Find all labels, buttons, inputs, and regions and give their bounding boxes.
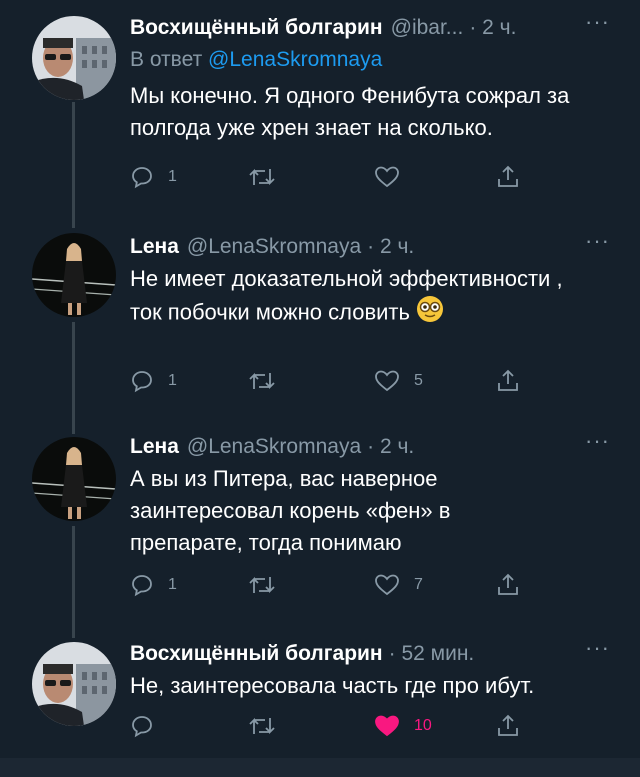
like-button[interactable]: 7 (374, 573, 423, 597)
reply-prefix: В ответ (130, 48, 209, 71)
retweet-icon (249, 717, 275, 735)
reply-button[interactable]: 1 (130, 165, 177, 189)
avatar[interactable] (32, 437, 116, 521)
tweet-text: Не имеет доказательной эффективности , т… (130, 263, 570, 332)
display-name[interactable]: Восхищённый болгарин (130, 14, 383, 42)
man-avatar-icon (32, 642, 116, 726)
reply-count: 1 (168, 576, 177, 593)
retweet-button[interactable] (248, 369, 290, 393)
more-options-button[interactable]: ··· (585, 634, 610, 662)
share-button[interactable] (496, 165, 520, 189)
timestamp[interactable]: · 2 ч. (367, 433, 414, 461)
avatar[interactable] (32, 642, 116, 726)
reply-icon (132, 716, 152, 738)
tweet-header: Восхищённый болгарин · 52 мин. ··· (130, 635, 610, 668)
more-options-button[interactable]: ··· (585, 227, 610, 255)
reply-count: 1 (168, 168, 177, 185)
mention-link[interactable]: @LenaSkromnaya (208, 48, 382, 71)
face-with-monocle-icon (416, 295, 444, 332)
reply-icon (132, 371, 152, 393)
display-name[interactable]: Восхищённый болгарин (130, 640, 383, 668)
retweet-icon (249, 168, 275, 186)
reply-icon (132, 575, 152, 597)
avatar[interactable] (32, 233, 116, 317)
timestamp[interactable]: · 2 ч. (367, 233, 414, 261)
tweet-text: Мы конечно. Я одного Фенибута сожрал за … (130, 83, 570, 140)
share-icon (498, 714, 518, 736)
reply-button[interactable]: 1 (130, 369, 177, 393)
timestamp[interactable]: · 52 мин. (389, 640, 475, 668)
avatar[interactable] (32, 16, 116, 100)
like-button[interactable]: 10 (374, 714, 432, 738)
heart-icon (375, 370, 399, 392)
tweet-text-body: Не имеет доказательной эффективности , т… (130, 266, 563, 325)
heart-filled-icon (375, 715, 399, 737)
timestamp[interactable]: · 2 ч. (469, 14, 516, 42)
reply-context: В ответ @LenaSkromnaya (130, 46, 610, 74)
heart-icon (375, 574, 399, 596)
reply-button[interactable] (130, 714, 168, 738)
share-icon (498, 165, 518, 187)
tweet[interactable]: Lена @LenaSkromnaya · 2 ч. ··· Не имеет … (0, 225, 640, 425)
retweet-icon (249, 372, 275, 390)
more-options-button[interactable]: ··· (585, 8, 610, 36)
share-button[interactable] (496, 573, 520, 597)
reply-button[interactable]: 1 (130, 573, 177, 597)
share-button[interactable] (496, 369, 520, 393)
like-button[interactable]: 5 (374, 369, 423, 393)
share-icon (498, 369, 518, 391)
tweet-header: Lена @LenaSkromnaya · 2 ч. ··· (130, 428, 610, 461)
handle[interactable]: @LenaSkromnaya (187, 433, 361, 461)
like-count: 10 (414, 717, 432, 734)
tweet[interactable]: Lена @LenaSkromnaya · 2 ч. ··· А вы из П… (0, 425, 640, 630)
handle[interactable]: @LenaSkromnaya (187, 233, 361, 261)
tweet-text: А вы из Питера, вас наверное заинтересов… (130, 466, 451, 555)
tweet[interactable]: Восхищённый болгарин @ibar... · 2 ч. ···… (0, 0, 640, 225)
woman-avatar-icon (32, 233, 116, 317)
heart-icon (375, 166, 399, 188)
action-bar: 1 (130, 165, 530, 195)
man-avatar-icon (32, 16, 116, 100)
tweet-text: Не, заинтересовала часть где про ибут. (130, 673, 535, 698)
retweet-button[interactable] (248, 573, 290, 597)
tweet[interactable]: Восхищённый болгарин · 52 мин. ··· Не, з… (0, 630, 640, 758)
handle[interactable]: @ibar... (391, 14, 464, 42)
share-icon (498, 573, 518, 595)
like-button[interactable] (374, 165, 414, 189)
share-button[interactable] (496, 714, 520, 738)
tweet-header: Lена @LenaSkromnaya · 2 ч. ··· (130, 228, 610, 261)
woman-avatar-icon (32, 437, 116, 521)
like-count: 5 (414, 372, 423, 389)
more-options-button[interactable]: ··· (585, 427, 610, 455)
reply-icon (132, 167, 152, 189)
tweet-header: Восхищённый болгарин @ibar... · 2 ч. ··· (130, 9, 610, 42)
action-bar: 10 (130, 714, 530, 744)
retweet-icon (249, 576, 275, 594)
retweet-button[interactable] (248, 165, 290, 189)
display-name[interactable]: Lена (130, 233, 179, 261)
bottom-divider (0, 758, 640, 777)
action-bar: 1 7 (130, 573, 530, 603)
display-name[interactable]: Lена (130, 433, 179, 461)
reply-count: 1 (168, 372, 177, 389)
like-count: 7 (414, 576, 423, 593)
action-bar: 1 5 (130, 369, 530, 399)
retweet-button[interactable] (248, 714, 290, 738)
